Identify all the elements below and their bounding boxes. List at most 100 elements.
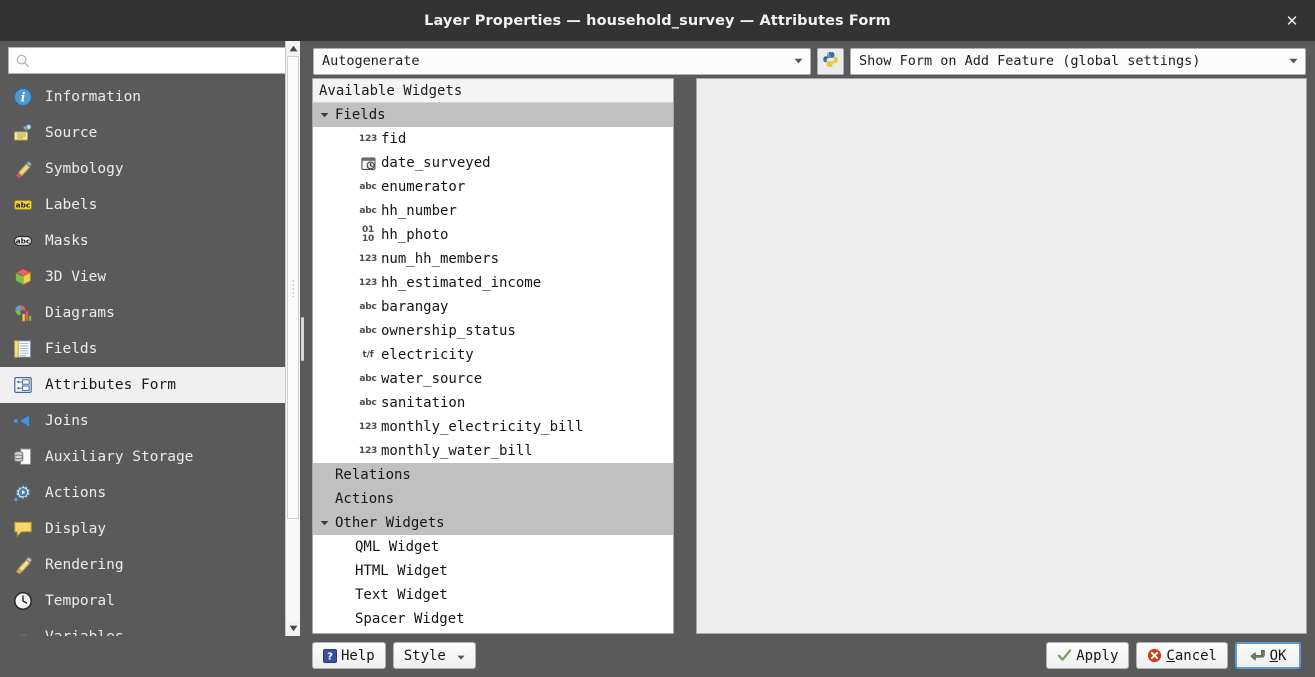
ok-button[interactable]: OK bbox=[1235, 642, 1301, 669]
tree-widget-label: QML Widget bbox=[355, 540, 439, 554]
tree-group-label: Relations bbox=[335, 468, 411, 482]
panel-splitter[interactable] bbox=[300, 41, 306, 636]
sidebar-item-attributes-form[interactable]: Attributes Form bbox=[0, 367, 300, 403]
tree-field-item[interactable]: t/felectricity bbox=[313, 343, 673, 367]
tree-widget-item[interactable]: Text Widget bbox=[313, 583, 673, 607]
search-icon bbox=[15, 53, 31, 69]
sidebar-scroll-track[interactable] bbox=[286, 56, 300, 621]
tree-field-item[interactable]: abcwater_source bbox=[313, 367, 673, 391]
help-icon: ? bbox=[323, 649, 337, 663]
tree-field-item[interactable]: 0110hh_photo bbox=[313, 223, 673, 247]
search-input[interactable] bbox=[35, 53, 289, 68]
sidebar-item-label: Attributes Form bbox=[45, 378, 176, 393]
tree-field-item[interactable]: abcenumerator bbox=[313, 175, 673, 199]
form-layout-canvas[interactable] bbox=[696, 78, 1307, 634]
sidebar-scroll-thumb[interactable] bbox=[287, 56, 299, 519]
help-button[interactable]: ? Help bbox=[312, 642, 386, 669]
dialog-body: iInformationSourceSymbologyabcLabelsabcM… bbox=[0, 41, 1315, 636]
scroll-up-icon[interactable] bbox=[286, 41, 300, 56]
python-init-code-button[interactable] bbox=[817, 48, 844, 75]
tree-widget-item[interactable]: HTML Widget bbox=[313, 559, 673, 583]
svg-text:i: i bbox=[21, 91, 26, 105]
tree-field-item[interactable]: 123fid bbox=[313, 127, 673, 151]
sidebar: iInformationSourceSymbologyabcLabelsabcM… bbox=[0, 41, 300, 636]
field-type-number-icon: 123 bbox=[355, 135, 381, 144]
sidebar-item-fields[interactable]: Fields bbox=[0, 331, 300, 367]
sidebar-item-diagrams[interactable]: Diagrams bbox=[0, 295, 300, 331]
attributes-form-icon bbox=[12, 374, 34, 396]
tree-group-other-widgets[interactable]: Other Widgets bbox=[313, 511, 673, 535]
field-type-text-icon: abc bbox=[355, 399, 381, 408]
field-type-boolean-icon: t/f bbox=[355, 351, 381, 360]
tree-field-item[interactable]: abcsanitation bbox=[313, 391, 673, 415]
sidebar-item-actions[interactable]: Actions bbox=[0, 475, 300, 511]
sidebar-nav-list: iInformationSourceSymbologyabcLabelsabcM… bbox=[0, 79, 300, 636]
layer-properties-dialog: Layer Properties — household_survey — At… bbox=[0, 0, 1315, 677]
tree-field-item[interactable]: abchh_number bbox=[313, 199, 673, 223]
sidebar-item-information[interactable]: i Information bbox=[0, 79, 300, 115]
form-toolbar: Autogenerate bbox=[312, 44, 1307, 78]
tree-widget-label: Text Widget bbox=[355, 588, 448, 602]
form-suppress-select[interactable]: Show Form on Add Feature (global setting… bbox=[850, 48, 1306, 75]
help-label: Help bbox=[341, 648, 375, 664]
tree-field-item[interactable]: abcbarangay bbox=[313, 295, 673, 319]
style-button[interactable]: Style bbox=[393, 642, 476, 669]
footer-left-buttons: ? Help Style bbox=[312, 642, 476, 669]
sidebar-item-masks[interactable]: abcMasks bbox=[0, 223, 300, 259]
tree-field-item[interactable]: 123monthly_electricity_bill bbox=[313, 415, 673, 439]
tree-group-fields[interactable]: Fields bbox=[313, 103, 673, 127]
form-suppress-value: Show Form on Add Feature (global setting… bbox=[859, 53, 1285, 69]
tree-field-label: ownership_status bbox=[381, 324, 516, 338]
sidebar-item-label: Labels bbox=[45, 198, 97, 213]
sidebar-item-temporal[interactable]: Temporal bbox=[0, 583, 300, 619]
scroll-down-icon[interactable] bbox=[286, 621, 300, 636]
tree-widget-label: Spacer Widget bbox=[355, 612, 465, 626]
ok-label: OK bbox=[1270, 648, 1287, 664]
tree-group-relations[interactable]: Relations bbox=[313, 463, 673, 487]
python-icon bbox=[822, 51, 839, 72]
cancel-button[interactable]: Cancel bbox=[1136, 642, 1228, 669]
tree-widget-item[interactable]: QML Widget bbox=[313, 535, 673, 559]
tree-widget-item[interactable]: Spacer Widget bbox=[313, 607, 673, 631]
apply-button[interactable]: Apply bbox=[1046, 642, 1129, 669]
field-type-number-icon: 123 bbox=[355, 255, 381, 264]
field-type-number-icon: 123 bbox=[355, 447, 381, 456]
variables-icon: ε bbox=[12, 626, 34, 636]
sidebar-item-label: Rendering bbox=[45, 558, 124, 573]
sidebar-item-symbology[interactable]: Symbology bbox=[0, 151, 300, 187]
tree-field-item[interactable]: 123num_hh_members bbox=[313, 247, 673, 271]
sidebar-item-variables[interactable]: εVariables bbox=[0, 619, 300, 636]
form-mode-select[interactable]: Autogenerate bbox=[313, 48, 811, 75]
sidebar-item-display[interactable]: Display bbox=[0, 511, 300, 547]
tree-group-actions[interactable]: Actions bbox=[313, 487, 673, 511]
svg-text:abc: abc bbox=[16, 236, 31, 245]
display-icon bbox=[12, 518, 34, 540]
sidebar-item-label: 3D View bbox=[45, 270, 106, 285]
symbology-icon bbox=[12, 158, 34, 180]
tree-group-label: Fields bbox=[335, 108, 386, 122]
sidebar-scrollbar[interactable] bbox=[285, 41, 300, 636]
sidebar-item-3d-view[interactable]: 3D View bbox=[0, 259, 300, 295]
sidebar-item-joins[interactable]: Joins bbox=[0, 403, 300, 439]
tree-field-label: num_hh_members bbox=[381, 252, 499, 266]
sidebar-item-rendering[interactable]: Rendering bbox=[0, 547, 300, 583]
chevron-down-icon[interactable] bbox=[313, 520, 335, 526]
title-bar: Layer Properties — household_survey — At… bbox=[0, 0, 1315, 41]
style-label: Style bbox=[404, 648, 446, 664]
available-widgets-tree[interactable]: Fields123fiddate_surveyedabcenumeratorab… bbox=[313, 103, 673, 633]
tree-field-item[interactable]: 123monthly_water_bill bbox=[313, 439, 673, 463]
tree-field-item[interactable]: abcownership_status bbox=[313, 319, 673, 343]
search-box[interactable] bbox=[8, 47, 296, 74]
chevron-down-icon bbox=[1285, 58, 1301, 64]
sidebar-item-source[interactable]: Source bbox=[0, 115, 300, 151]
chevron-down-icon[interactable] bbox=[313, 112, 335, 118]
sidebar-item-labels[interactable]: abcLabels bbox=[0, 187, 300, 223]
check-icon bbox=[1057, 648, 1072, 663]
close-icon[interactable]: ✕ bbox=[1275, 6, 1309, 36]
tree-field-item[interactable]: date_surveyed bbox=[313, 151, 673, 175]
temporal-icon bbox=[12, 590, 34, 612]
sidebar-item-label: Information bbox=[45, 90, 141, 105]
tree-field-item[interactable]: 123hh_estimated_income bbox=[313, 271, 673, 295]
sidebar-item-auxiliary-storage[interactable]: Auxiliary Storage bbox=[0, 439, 300, 475]
field-type-text-icon: abc bbox=[355, 303, 381, 312]
